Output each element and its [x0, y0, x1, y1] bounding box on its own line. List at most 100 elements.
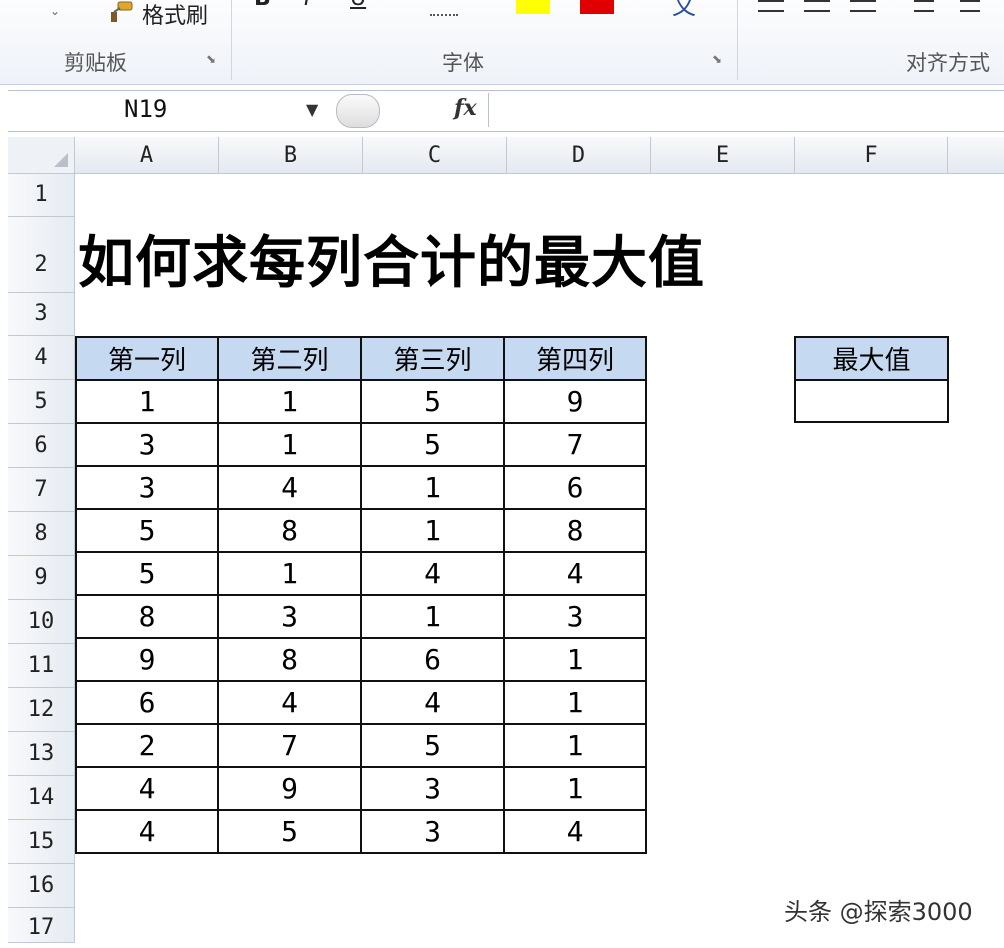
table-cell[interactable]: 6 [75, 680, 219, 725]
row-header-5[interactable]: 5 [8, 380, 75, 424]
table-cell[interactable]: 1 [360, 594, 505, 639]
row-header-14[interactable]: 14 [8, 776, 75, 820]
formula-bar-handle[interactable] [336, 94, 380, 128]
table-cell[interactable]: 5 [360, 379, 505, 424]
italic-button[interactable]: I [304, 0, 311, 11]
row-header-17[interactable]: 17 [8, 908, 75, 943]
row-header-12[interactable]: 12 [8, 688, 75, 732]
table-cell[interactable]: 4 [75, 809, 219, 854]
table-header-cell[interactable]: 第二列 [217, 336, 362, 381]
highlight-color-icon[interactable] [516, 0, 550, 14]
table-cell[interactable]: 1 [75, 379, 219, 424]
table-cell[interactable]: 2 [75, 723, 219, 768]
table-cell[interactable]: 4 [217, 680, 362, 725]
phonetic-guide-icon[interactable]: 文 [672, 0, 696, 21]
align-right-icon[interactable] [850, 0, 876, 12]
table-cell[interactable]: 1 [503, 680, 647, 725]
row-header-8[interactable]: 8 [8, 512, 75, 556]
table-cell[interactable]: 3 [217, 594, 362, 639]
borders-icon[interactable] [430, 0, 458, 16]
max-value-row [794, 379, 949, 423]
increase-indent-icon[interactable] [960, 0, 980, 12]
table-cell[interactable]: 8 [217, 508, 362, 553]
column-header-a[interactable]: A [75, 137, 219, 174]
select-all-button[interactable] [8, 137, 75, 174]
table-cell[interactable]: 1 [503, 723, 647, 768]
table-cell[interactable]: 7 [503, 422, 647, 467]
row-header-11[interactable]: 11 [8, 644, 75, 688]
row-header-7[interactable]: 7 [8, 468, 75, 512]
table-cell[interactable]: 5 [360, 422, 505, 467]
font-color-icon[interactable] [580, 0, 614, 14]
table-cell[interactable]: 9 [75, 637, 219, 682]
dialog-launcher-icon[interactable]: ⬊ [206, 52, 216, 66]
column-header-g[interactable] [948, 137, 1004, 174]
table-cell[interactable]: 3 [360, 766, 505, 811]
table-cell[interactable]: 5 [360, 723, 505, 768]
dialog-launcher-icon[interactable]: ⬊ [712, 52, 722, 66]
formula-input[interactable] [492, 91, 1002, 129]
decrease-indent-icon[interactable] [914, 0, 934, 12]
format-painter-button[interactable]: 格式刷 [142, 0, 208, 30]
column-header-c[interactable]: C [363, 137, 507, 174]
table-cell[interactable]: 4 [360, 551, 505, 596]
underline-button[interactable]: U [350, 0, 366, 11]
table-cell[interactable]: 1 [503, 637, 647, 682]
table-cell[interactable]: 7 [217, 723, 362, 768]
column-header-d[interactable]: D [507, 137, 651, 174]
table-cell[interactable]: 8 [503, 508, 647, 553]
max-value-cell[interactable] [794, 379, 949, 423]
table-cell[interactable]: 9 [217, 766, 362, 811]
max-value-header[interactable]: 最大值 [794, 336, 949, 381]
name-box[interactable]: N19 ▼ [8, 91, 328, 131]
table-cell[interactable]: 1 [217, 422, 362, 467]
table-cell[interactable]: 4 [503, 809, 647, 854]
column-header-b[interactable]: B [219, 137, 363, 174]
row-header-3[interactable]: 3 [8, 293, 75, 336]
chevron-down-icon[interactable]: ▼ [306, 100, 318, 119]
table-cell[interactable]: 1 [503, 766, 647, 811]
align-center-icon[interactable] [804, 0, 830, 12]
table-cell[interactable]: 3 [503, 594, 647, 639]
row-header-1[interactable]: 1 [8, 174, 75, 217]
row-header-10[interactable]: 10 [8, 600, 75, 644]
insert-function-icon[interactable]: fx [454, 95, 477, 121]
dropdown-arrow-icon[interactable]: ⌄ [50, 4, 60, 18]
table-header-cell[interactable]: 第三列 [360, 336, 505, 381]
row-header-13[interactable]: 13 [8, 732, 75, 776]
table-cell[interactable]: 5 [217, 809, 362, 854]
row-header-16[interactable]: 16 [8, 864, 75, 908]
table-cell[interactable]: 1 [217, 379, 362, 424]
table-cell[interactable]: 4 [503, 551, 647, 596]
table-cell[interactable]: 6 [503, 465, 647, 510]
column-header-f[interactable]: F [795, 137, 948, 174]
table-cell[interactable]: 8 [75, 594, 219, 639]
table-header-cell[interactable]: 第一列 [75, 336, 219, 381]
row-header-2[interactable]: 2 [8, 217, 75, 293]
table-cell[interactable]: 3 [75, 465, 219, 510]
table-cell[interactable]: 5 [75, 508, 219, 553]
table-cell[interactable]: 9 [503, 379, 647, 424]
table-cell[interactable]: 4 [360, 680, 505, 725]
table-cell[interactable]: 8 [217, 637, 362, 682]
table-header-cell[interactable]: 第四列 [503, 336, 647, 381]
table-cell[interactable]: 4 [75, 766, 219, 811]
row-header-4[interactable]: 4 [8, 336, 75, 380]
table-cell[interactable]: 3 [75, 422, 219, 467]
column-header-e[interactable]: E [651, 137, 795, 174]
table-cell[interactable]: 1 [360, 465, 505, 510]
table-cell[interactable]: 6 [360, 637, 505, 682]
bold-button[interactable]: B [254, 0, 271, 11]
format-painter-icon[interactable] [106, 0, 136, 24]
table-cell[interactable]: 3 [360, 809, 505, 854]
row-header-15[interactable]: 15 [8, 820, 75, 864]
font-group-label: 字体 [442, 51, 484, 75]
align-left-icon[interactable] [758, 0, 784, 12]
row-header-9[interactable]: 9 [8, 556, 75, 600]
table-cell[interactable]: 1 [217, 551, 362, 596]
row-header-6[interactable]: 6 [8, 424, 75, 468]
table-cell[interactable]: 1 [360, 508, 505, 553]
table-row: 5144 [75, 551, 647, 596]
table-cell[interactable]: 4 [217, 465, 362, 510]
table-cell[interactable]: 5 [75, 551, 219, 596]
